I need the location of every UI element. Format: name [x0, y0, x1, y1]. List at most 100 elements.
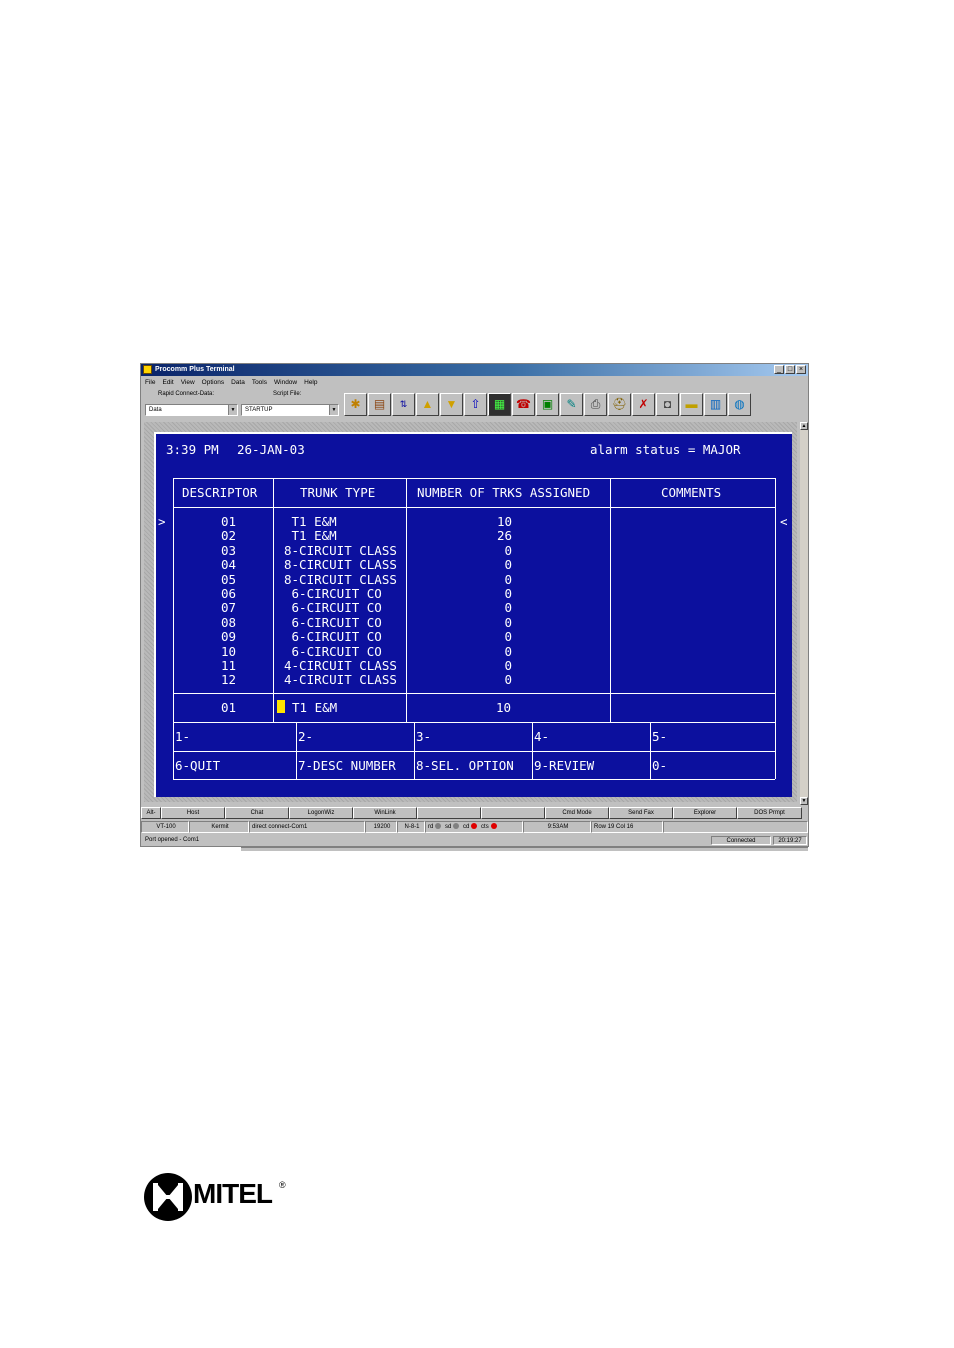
colors-icon[interactable]: ▥ [704, 393, 727, 416]
text-cursor [277, 700, 285, 713]
status-protocol[interactable]: Kermit [189, 821, 249, 833]
send-fax-button[interactable]: Send Fax [609, 807, 673, 819]
scroll-up-icon[interactable]: ▲ [800, 422, 808, 430]
row-trunk-type: 6-CIRCUIT CO [284, 614, 382, 630]
menu-data[interactable]: Data [231, 377, 245, 388]
status-baud[interactable]: 19200 [365, 821, 397, 833]
menu-tools[interactable]: Tools [252, 377, 267, 388]
explorer-button[interactable]: Explorer [673, 807, 737, 819]
row-trunk-type: T1 E&M [284, 514, 337, 529]
title-bar[interactable]: Procomm Plus Terminal _ □ × [141, 364, 808, 376]
row-trunk-type: T1 E&M [284, 528, 337, 544]
menu-help[interactable]: Help [304, 377, 317, 388]
softkey-3[interactable]: 3- [416, 729, 431, 744]
softkey-quit[interactable]: 6-QUIT [175, 758, 220, 773]
input-descriptor[interactable]: 01 [221, 700, 236, 715]
softkey-2[interactable]: 2- [298, 729, 313, 744]
run-script-icon[interactable]: ✱ [344, 393, 367, 416]
status-connection[interactable]: direct connect-Com1 [249, 821, 365, 833]
meta-icon[interactable]: ✎ [560, 393, 583, 416]
capture-icon[interactable]: ▦ [488, 393, 511, 416]
row-descriptor: 03 [221, 542, 237, 558]
hat-icon[interactable]: ⛑ [608, 393, 631, 416]
host-button[interactable]: Host [161, 807, 225, 819]
hangup-icon[interactable]: ☎ [512, 393, 535, 416]
phonebook-icon[interactable]: ▤ [368, 393, 391, 416]
winlink-button[interactable]: WinLink [353, 807, 417, 819]
setup-icon[interactable]: ✗ [632, 393, 655, 416]
led-cts-label: cts [481, 824, 489, 830]
procomm-window: Procomm Plus Terminal _ □ × File Edit Vi… [140, 363, 809, 851]
row-number: 0 [504, 614, 512, 630]
script-file-select[interactable]: STARTUP ▼ [241, 404, 339, 416]
mode-icon[interactable]: ⇅ [392, 393, 415, 416]
download-icon[interactable]: ▼ [440, 393, 463, 416]
input-trunk-type[interactable]: T1 E&M [292, 700, 337, 715]
alt-button[interactable]: Alt- [141, 807, 161, 819]
taskbar-strip [241, 847, 808, 851]
chevron-down-icon[interactable]: ▼ [228, 405, 237, 415]
globe-icon[interactable]: ◍ [728, 393, 751, 416]
menu-view[interactable]: View [181, 377, 195, 388]
dos-prompt-button[interactable]: DOS Prmpt [737, 807, 802, 819]
row-trunk-type: 8-CIRCUIT CLASS [284, 542, 397, 558]
status-bar: VT-100 Kermit direct connect-Com1 19200 … [141, 821, 808, 833]
menu-edit[interactable]: Edit [162, 377, 173, 388]
registered-mark: ® [279, 1180, 286, 1190]
status-emulation[interactable]: VT-100 [141, 821, 189, 833]
grid-line [296, 722, 297, 779]
input-number[interactable]: 10 [496, 700, 511, 715]
upload-icon[interactable]: ▲ [416, 393, 439, 416]
row-number: 0 [504, 542, 512, 558]
softkey-5[interactable]: 5- [652, 729, 667, 744]
scroll-down-icon[interactable]: ▼ [800, 797, 808, 805]
camera-icon[interactable]: ◘ [656, 393, 679, 416]
mitel-logo-mark-icon [144, 1173, 192, 1221]
grid-line [610, 478, 611, 722]
blank-button[interactable] [417, 807, 481, 819]
grid-line [406, 478, 407, 722]
vertical-scrollbar[interactable]: ▲ ▼ [800, 422, 808, 805]
row-descriptor: 06 [221, 586, 237, 601]
close-button[interactable]: × [796, 365, 806, 374]
menu-options[interactable]: Options [202, 377, 224, 388]
softkey-sel-option[interactable]: 8-SEL. OPTION [416, 758, 514, 773]
status-leds: rd sd cd cts [425, 821, 523, 833]
send-file-icon[interactable]: ⇧ [464, 393, 487, 416]
port-message: Port opened - Com1 [145, 837, 200, 843]
softkey-1[interactable]: 1- [175, 729, 190, 744]
rapid-connect-value: Data [149, 407, 162, 413]
rapid-connect-select[interactable]: Data ▼ [145, 404, 238, 416]
led-rd-icon [435, 823, 442, 830]
row-number: 10 [496, 514, 512, 529]
softkey-review[interactable]: 9-REVIEW [534, 758, 594, 773]
softkey-4[interactable]: 4- [534, 729, 549, 744]
right-marker: < [780, 514, 788, 529]
minimize-button[interactable]: _ [774, 365, 784, 374]
grid-line [650, 722, 651, 779]
chevron-down-icon[interactable]: ▼ [329, 405, 338, 415]
status-params[interactable]: N-8-1 [397, 821, 425, 833]
softkey-0[interactable]: 0- [652, 758, 667, 773]
maximize-button[interactable]: □ [785, 365, 795, 374]
menu-bar: File Edit View Options Data Tools Window… [141, 377, 318, 388]
row-descriptor: 07 [221, 600, 237, 616]
menu-window[interactable]: Window [274, 377, 297, 388]
led-cd-label: cd [463, 824, 470, 830]
key-icon[interactable]: ▬ [680, 393, 703, 416]
print-icon[interactable]: ⎙ [584, 393, 607, 416]
chat-button[interactable]: Chat [225, 807, 289, 819]
row-trunk-type: 8-CIRCUIT CLASS [284, 557, 397, 573]
clock: 20:19:27 [773, 836, 807, 845]
softkey-desc-number[interactable]: 7-DESC NUMBER [298, 758, 396, 773]
cmd-mode-button[interactable]: Cmd Mode [545, 807, 609, 819]
grid-line [273, 478, 274, 722]
action-button-bar: Alt- Host Chat LogonWiz WinLink Cmd Mode… [141, 807, 808, 819]
logonwiz-button[interactable]: LogonWiz [289, 807, 353, 819]
monitor-icon[interactable]: ▣ [536, 393, 559, 416]
header-descriptor: DESCRIPTOR [182, 485, 258, 500]
empty-button[interactable] [481, 807, 545, 819]
toolbar: ✱ ▤ ⇅ ▲ ▼ ⇧ ▦ ☎ ▣ ✎ ⎙ ⛑ ✗ ◘ ▬ ▥ ◍ [344, 393, 751, 416]
menu-file[interactable]: File [145, 377, 155, 388]
terminal-screen[interactable]: 3:39 PM 26-JAN-03 alarm status = MAJOR D… [154, 432, 792, 797]
